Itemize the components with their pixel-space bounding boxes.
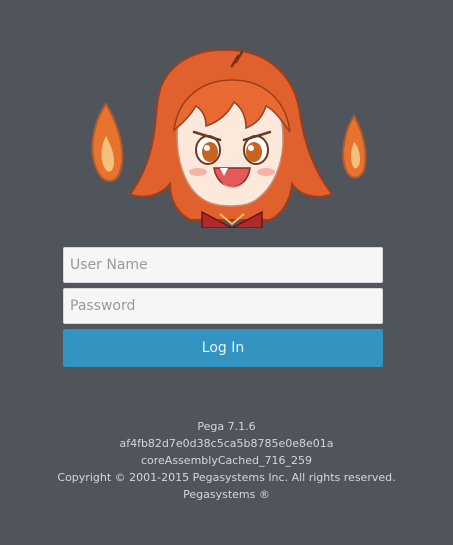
left-flame-icon bbox=[91, 102, 124, 182]
company-text: Pegasystems ® bbox=[183, 488, 270, 501]
login-form: Log In bbox=[63, 247, 383, 367]
copyright-text: Copyright © 2001-2015 Pegasystems Inc. A… bbox=[57, 471, 396, 484]
mascot-illustration bbox=[86, 44, 368, 228]
build-hash-text: af4fb82d7e0d38c5ca5b8785e0e8e01a bbox=[119, 437, 334, 450]
footer-info: Pega 7.1.6 af4fb82d7e0d38c5ca5b8785e0e8e… bbox=[0, 418, 453, 503]
password-input[interactable] bbox=[63, 288, 383, 324]
right-flame-icon bbox=[342, 114, 367, 179]
flame-girl-mascot-icon bbox=[91, 48, 367, 228]
version-text: Pega 7.1.6 bbox=[197, 420, 256, 433]
assembly-text: coreAssemblyCached_716_259 bbox=[140, 454, 313, 467]
login-button[interactable]: Log In bbox=[63, 329, 383, 367]
username-input[interactable] bbox=[63, 247, 383, 283]
